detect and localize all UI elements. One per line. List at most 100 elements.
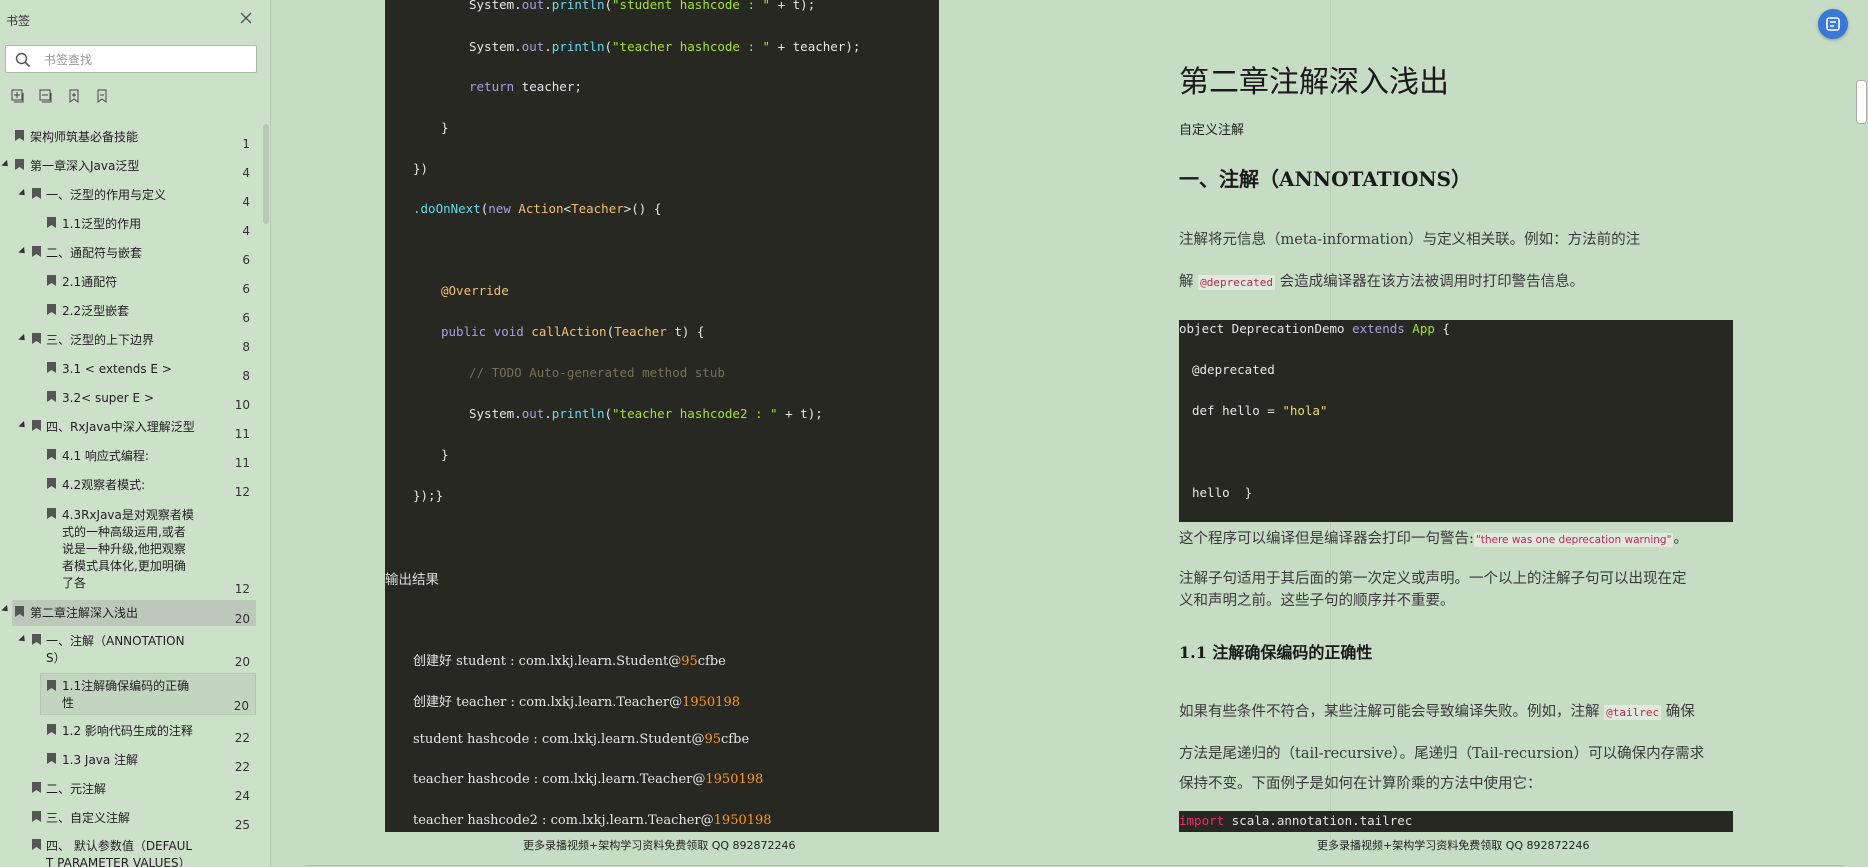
bookmark-label: 架构师筑基必备技能 bbox=[30, 130, 139, 144]
bookmark-item[interactable]: 一、泛型的作用与定义 4 bbox=[0, 184, 258, 209]
bookmark-label-line: 者模式具体化,更加明确 bbox=[62, 559, 186, 573]
code-line: import scala.annotation.tailrec bbox=[1179, 813, 1413, 828]
subtitle: 自定义注解 bbox=[1179, 123, 1245, 138]
bookmark-item[interactable]: 1.1泛型的作用 4 bbox=[0, 213, 258, 238]
code-line: .doOnNext(new Action<Teacher>() { bbox=[413, 201, 662, 216]
floating-tool-button[interactable] bbox=[1818, 9, 1848, 39]
bookmark-label: 3.2< super E > bbox=[62, 391, 155, 405]
bookmark-item[interactable]: 三、自定义注解 25 bbox=[0, 807, 258, 832]
close-icon[interactable] bbox=[238, 10, 254, 26]
bookmark-page: 1 bbox=[242, 137, 250, 151]
bookmark-item[interactable]: 2.1通配符 6 bbox=[0, 271, 258, 296]
bookmark-item[interactable]: 架构师筑基必备技能 1 bbox=[0, 126, 258, 151]
bookmark-label-line: 了各 bbox=[62, 576, 87, 590]
code-line: def hello = "hola" bbox=[1192, 403, 1328, 418]
bookmark-page: 8 bbox=[242, 340, 250, 354]
inline-code: "there was one deprecation warning" bbox=[1473, 533, 1674, 547]
subsection-heading: 1.1 注解确保编码的正确性 bbox=[1179, 643, 1373, 662]
code-line: public void callAction(Teacher t) { bbox=[441, 324, 705, 339]
bookmark-icon bbox=[47, 304, 56, 315]
code-comment: // TODO Auto-generated method stub bbox=[469, 365, 725, 380]
output-label: 输出结果 bbox=[385, 572, 439, 588]
bookmark-item-selected[interactable]: 第二章注解深入浅出 20 bbox=[1, 600, 256, 626]
bookmark-item[interactable]: 4.2观察者模式: 12 bbox=[0, 474, 258, 499]
bookmark-icon bbox=[47, 680, 56, 691]
bookmark-item[interactable]: 4.1 响应式编程: 11 bbox=[0, 445, 258, 470]
bookmark-label-line: T PARAMETER VALUES） bbox=[46, 856, 191, 867]
bookmark-item[interactable]: 二、元注解 24 bbox=[0, 778, 258, 803]
bookmark-label: 二、通配符与嵌套 bbox=[46, 246, 143, 260]
bookmark-label: 1.3 Java 注解 bbox=[62, 753, 139, 767]
bookmark-item[interactable]: 一、注解（ANNOTATION S） 20 bbox=[0, 630, 258, 670]
paragraph-line: 解 @deprecated 会造成编译器在该方法被调用时打印警告信息。 bbox=[1179, 274, 1585, 290]
bookmark-label-line: 4.3RxJava是对观察者模 bbox=[62, 508, 194, 522]
code-line: } bbox=[441, 120, 449, 135]
bookmark-item[interactable]: 三、泛型的上下边界 8 bbox=[0, 329, 258, 354]
bookmark-item[interactable]: 二、通配符与嵌套 6 bbox=[0, 242, 258, 267]
bookmark-item[interactable]: 3.1 < extends E > 8 bbox=[0, 358, 258, 383]
bookmark-page: 22 bbox=[234, 760, 250, 774]
page-footer: 更多录播视频+架构学习资料免费领取 QQ 892872246 bbox=[523, 839, 796, 852]
sidebar-scrollbar[interactable] bbox=[263, 124, 269, 224]
bookmark-panel: 书签 架构师筑基必备技能 1 bbox=[0, 0, 271, 867]
bookmark-item[interactable]: 2.2泛型嵌套 6 bbox=[0, 300, 258, 325]
chapter-title: 第二章注解深入浅出 bbox=[1179, 65, 1449, 100]
page-edge bbox=[305, 865, 1845, 866]
expand-toggle-icon[interactable] bbox=[18, 333, 28, 344]
inline-code: @deprecated bbox=[1198, 275, 1275, 290]
bookmark-icon bbox=[32, 188, 41, 199]
bookmark-icon bbox=[47, 391, 56, 402]
paragraph-line: 注解将元信息（meta-information）与定义相关联。例如：方法前的注 bbox=[1179, 232, 1641, 248]
output-line: 创建好 teacher : com.lxkj.learn.Teacher@195… bbox=[413, 695, 740, 710]
document-scrollbar-thumb[interactable] bbox=[1856, 80, 1867, 124]
expand-toggle-icon[interactable] bbox=[18, 420, 28, 431]
bookmark-item[interactable]: 3.2< super E > 10 bbox=[0, 387, 258, 412]
expand-toggle-icon[interactable] bbox=[18, 188, 28, 199]
bookmark-icon bbox=[47, 724, 56, 735]
bookmark-page: 24 bbox=[234, 789, 250, 803]
bookmark-search[interactable] bbox=[5, 45, 257, 73]
expand-toggle-icon[interactable] bbox=[1, 604, 11, 615]
bookmark-item[interactable]: 1.3 Java 注解 22 bbox=[0, 749, 258, 774]
code-line: } bbox=[441, 447, 449, 462]
remove-bookmark-icon[interactable] bbox=[94, 88, 110, 104]
bookmark-icon bbox=[32, 782, 41, 793]
bookmark-label: 2.2泛型嵌套 bbox=[62, 304, 130, 318]
bookmark-label: 第二章注解深入浅出 bbox=[30, 606, 139, 620]
code-line: @deprecated bbox=[1192, 362, 1275, 377]
search-input[interactable] bbox=[42, 49, 246, 71]
bookmark-item-hover[interactable]: 1.1注解确保编码的正确 性 20 bbox=[40, 673, 256, 715]
bookmark-label: 三、泛型的上下边界 bbox=[46, 333, 155, 347]
output-line: student hashcode : com.lxkj.learn.Studen… bbox=[413, 732, 750, 747]
bookmark-item[interactable]: 四、 默认参数值（DEFAUL T PARAMETER VALUES） bbox=[0, 835, 258, 867]
paragraph-line: 义和声明之前。这些子句的顺序并不重要。 bbox=[1179, 593, 1455, 609]
bookmark-item[interactable]: 4.3RxJava是对观察者模 式的一种高级运用,或者 说是一种升级,他把观察 … bbox=[0, 504, 258, 596]
bookmark-item[interactable]: 1.2 影响代码生成的注释 22 bbox=[0, 720, 258, 745]
bookmark-page: 25 bbox=[234, 818, 250, 832]
bookmark-item[interactable]: 四、RxJava中深入理解泛型 11 bbox=[0, 416, 258, 441]
bookmark-icon bbox=[47, 275, 56, 286]
bookmark-label: 二、元注解 bbox=[46, 782, 107, 796]
bookmark-page: 4 bbox=[242, 166, 250, 180]
expand-toggle-icon[interactable] bbox=[18, 246, 28, 257]
bookmark-page: 20 bbox=[234, 655, 250, 669]
expand-toggle-icon[interactable] bbox=[1, 159, 11, 170]
search-icon bbox=[15, 52, 31, 68]
panel-title: 书签 bbox=[6, 14, 31, 28]
bookmark-page: 20 bbox=[233, 699, 249, 713]
collapse-all-icon[interactable] bbox=[38, 88, 54, 104]
bookmark-label-line: 说是一种升级,他把观察 bbox=[62, 542, 186, 556]
paragraph-line: 方法是尾递归的（tail-recursive）。尾递归（Tail-recursi… bbox=[1179, 746, 1705, 762]
bookmark-label: 3.1 < extends E > bbox=[62, 362, 172, 376]
expand-toggle-icon[interactable] bbox=[18, 634, 28, 645]
bookmark-item[interactable]: 第一章深入Java泛型 4 bbox=[0, 155, 258, 180]
bookmark-label-line: 1.1注解确保编码的正确 bbox=[62, 679, 190, 693]
paragraph-line: 保持不变。下面例子是如何在计算阶乘的方法中使用它： bbox=[1179, 776, 1542, 792]
add-bookmark-icon[interactable] bbox=[66, 88, 82, 104]
bookmark-icon bbox=[47, 217, 56, 228]
bookmark-icon bbox=[15, 130, 24, 141]
code-line: @Override bbox=[441, 283, 509, 298]
bookmark-page: 6 bbox=[242, 282, 250, 296]
expand-all-icon[interactable] bbox=[10, 88, 26, 104]
paragraph-line: 如果有些条件不符合，某些注解可能会导致编译失败。例如，注解 @tailrec 确… bbox=[1179, 704, 1695, 720]
